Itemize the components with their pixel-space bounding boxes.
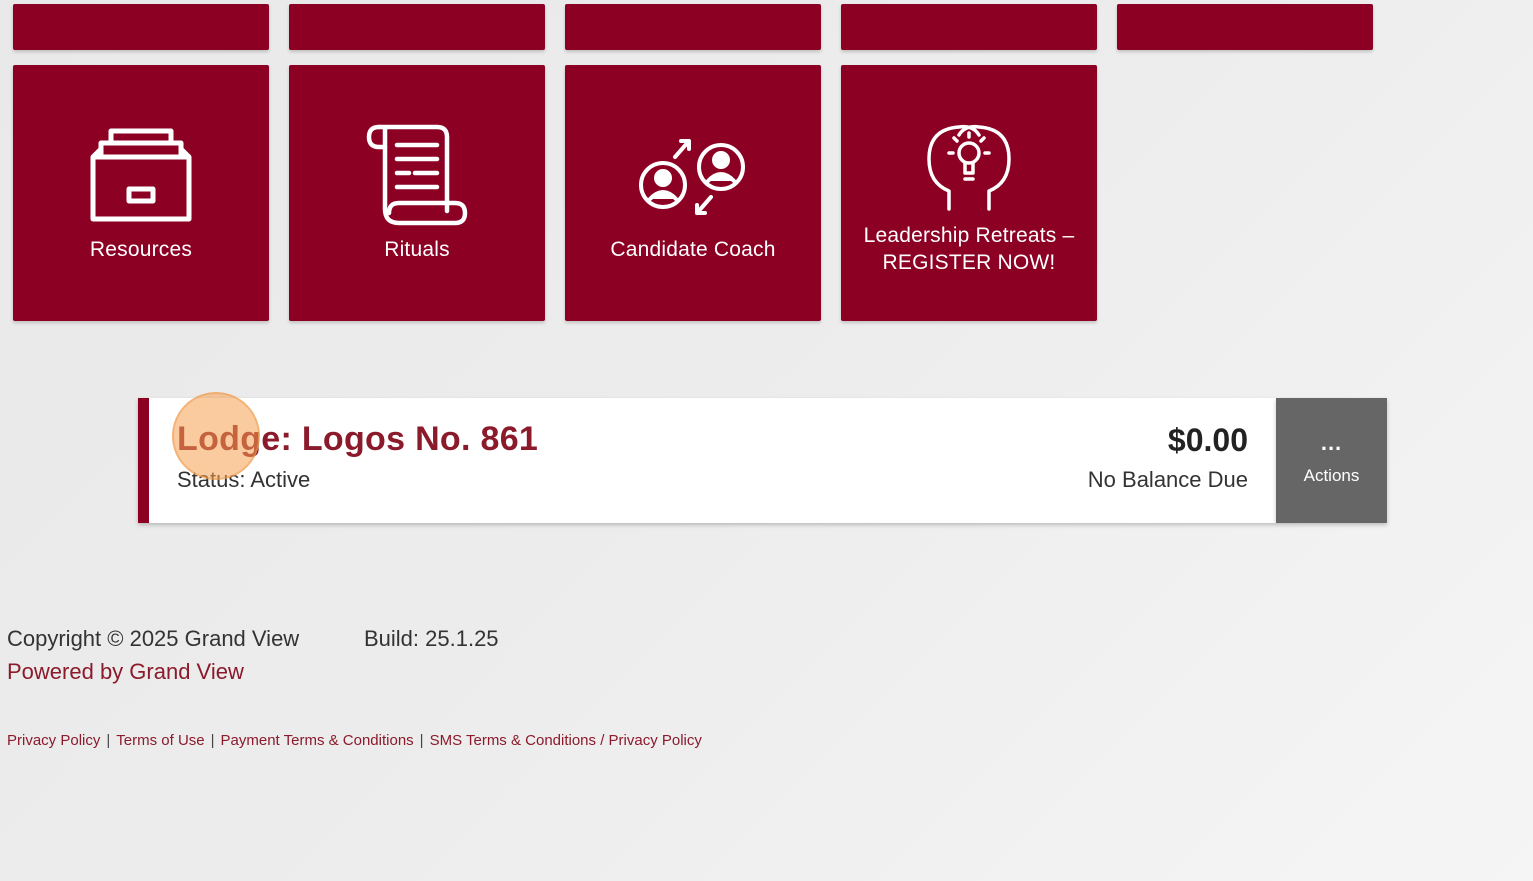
- tile-rituals[interactable]: Rituals: [289, 65, 545, 321]
- more-icon: ...: [1320, 430, 1343, 455]
- link-separator: |: [210, 732, 215, 749]
- tile-label-line-2: REGISTER NOW!: [882, 251, 1056, 274]
- tile-leadership-retreats[interactable]: Leadership Retreats – REGISTER NOW!: [841, 65, 1097, 321]
- actions-button[interactable]: ... Actions: [1276, 398, 1387, 523]
- terms-of-use-link[interactable]: Terms of Use: [116, 732, 204, 749]
- file-cabinet-icon: [89, 127, 193, 228]
- legal-links: Privacy Policy | Terms of Use | Payment Term…: [7, 732, 702, 749]
- link-separator: |: [106, 732, 111, 749]
- tile-label: Candidate Coach: [610, 238, 776, 261]
- tile-label: Leadership Retreats – REGISTER NOW!: [841, 222, 1097, 276]
- balance-amount: $0.00: [1167, 422, 1248, 458]
- build-version: Build: 25.1.25: [364, 626, 499, 651]
- tile-top-1[interactable]: [13, 4, 269, 50]
- lodge-card[interactable]: Lodge: Logos No. 861 Status: Active $0.0…: [138, 398, 1276, 523]
- privacy-policy-link[interactable]: Privacy Policy: [7, 732, 100, 749]
- actions-label: Actions: [1303, 466, 1360, 485]
- tile-label-line-1: Leadership Retreats –: [863, 224, 1075, 247]
- powered-by-link[interactable]: Powered by Grand View: [7, 659, 244, 685]
- tile-label: Resources: [89, 238, 193, 261]
- sms-terms-link[interactable]: SMS Terms & Conditions / Privacy Policy: [430, 732, 702, 749]
- tile-top-5[interactable]: [1117, 4, 1373, 50]
- tile-resources[interactable]: Resources: [13, 65, 269, 321]
- head-lightbulb-icon: [921, 121, 1017, 218]
- lodge-title[interactable]: Lodge: Logos No. 861: [177, 420, 538, 459]
- balance-status: No Balance Due: [1087, 467, 1248, 492]
- copyright-text: Copyright © 2025 Grand View: [7, 626, 300, 651]
- scroll-icon: [365, 123, 469, 234]
- lodge-status: Status: Active: [177, 467, 311, 492]
- tile-top-4[interactable]: [841, 4, 1097, 50]
- link-separator: |: [419, 732, 424, 749]
- tile-top-2[interactable]: [289, 4, 545, 50]
- tile-candidate-coach[interactable]: Candidate Coach: [565, 65, 821, 321]
- payment-terms-link[interactable]: Payment Terms & Conditions: [221, 732, 414, 749]
- tile-top-3[interactable]: [565, 4, 821, 50]
- mentor-exchange-icon: [637, 135, 749, 224]
- tile-label: Rituals: [384, 238, 450, 261]
